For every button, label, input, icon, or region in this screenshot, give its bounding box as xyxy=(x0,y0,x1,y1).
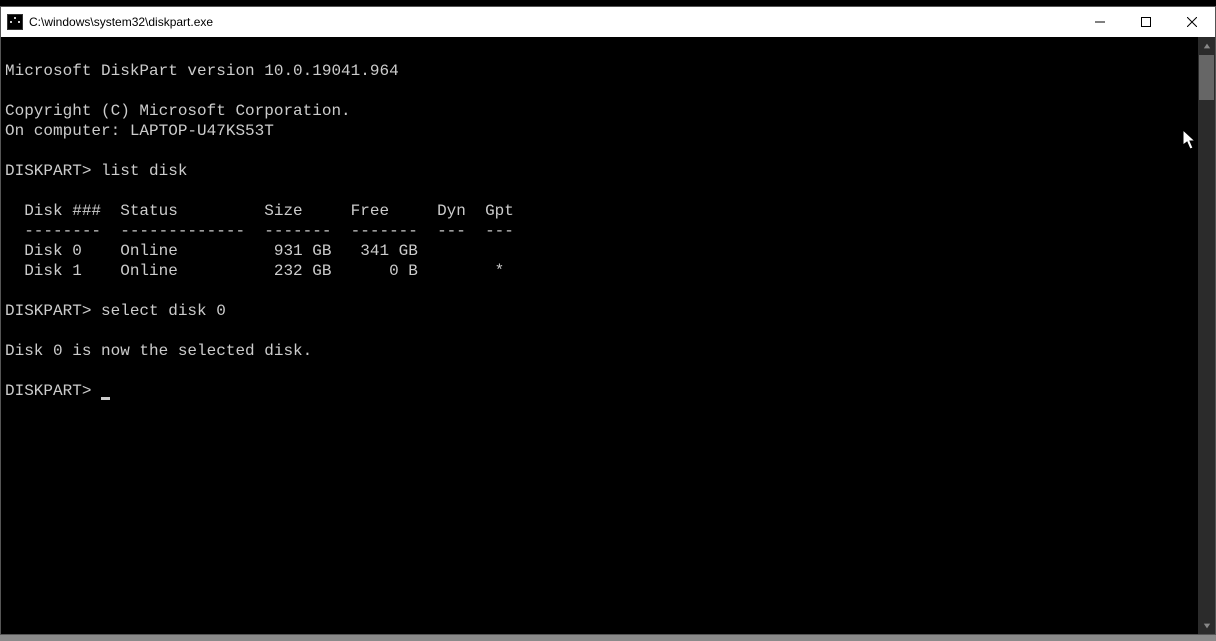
scroll-up-arrow-icon[interactable] xyxy=(1198,37,1215,54)
console-area: Microsoft DiskPart version 10.0.19041.96… xyxy=(1,37,1215,634)
console-output[interactable]: Microsoft DiskPart version 10.0.19041.96… xyxy=(1,37,1198,634)
app-icon xyxy=(7,14,23,30)
window-controls xyxy=(1077,7,1215,37)
titlebar-text: C:\windows\system32\diskpart.exe xyxy=(29,15,213,29)
close-button[interactable] xyxy=(1169,7,1215,37)
titlebar[interactable]: C:\windows\system32\diskpart.exe xyxy=(1,7,1215,37)
console-window: C:\windows\system32\diskpart.exe Microso… xyxy=(0,6,1216,635)
scroll-down-arrow-icon[interactable] xyxy=(1198,617,1215,634)
maximize-button[interactable] xyxy=(1123,7,1169,37)
vertical-scrollbar[interactable] xyxy=(1198,37,1215,634)
minimize-button[interactable] xyxy=(1077,7,1123,37)
text-cursor xyxy=(101,397,110,400)
scroll-thumb[interactable] xyxy=(1199,55,1214,100)
